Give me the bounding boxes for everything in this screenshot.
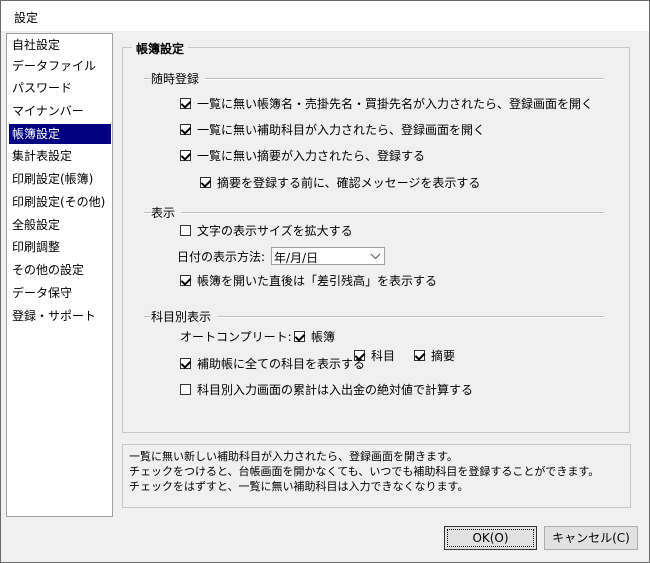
checkbox-box[interactable] [180, 123, 191, 135]
sidebar-item-print-other[interactable]: 印刷設定(その他) [9, 192, 111, 212]
checkbox-label: 一覧に無い補助科目が入力されたら、登録画面を開く [197, 122, 486, 137]
sidebar-item-ledger[interactable]: 帳簿設定 [9, 124, 111, 144]
checkbox-label: 摘要 [431, 348, 456, 363]
checkbox-box[interactable] [180, 97, 191, 109]
checkbox-label: 科目 [371, 348, 396, 363]
checkbox-register-descriptions[interactable]: 一覧に無い摘要が入力されたら、登録する [180, 147, 425, 163]
description-box: 一覧に無い新しい補助科目が入力されたら、登録画面を開きます。 チェックをつけると… [122, 444, 631, 508]
date-format-label: 日付の表示方法: [177, 250, 266, 264]
description-line: チェックをつけると、台帳画面を開かなくても、いつでも補助科目を登録することができ… [129, 465, 600, 478]
checkbox-label: 一覧に無い帳簿名・売掛先名・買掛先名が入力されたら、登録画面を開く [197, 96, 594, 111]
checkbox-absolute-total[interactable]: 科目別入力画面の累計は入出金の絶対値で計算する [180, 381, 473, 397]
checkbox-box[interactable] [200, 176, 211, 188]
sidebar-item-company[interactable]: 自社設定 [9, 35, 111, 55]
settings-category-list[interactable]: 自社設定 データファイル パスワード マイナンバー 帳簿設定 集計表設定 印刷設… [6, 33, 113, 517]
date-format-value: 年/月/日 [274, 251, 319, 265]
group-title-kamoku: 科目別表示 [151, 308, 218, 325]
checkbox-confirm-before-register[interactable]: 摘要を登録する前に、確認メッセージを表示する [200, 174, 480, 190]
checkbox-box[interactable] [414, 349, 425, 361]
checkbox-box[interactable] [180, 274, 191, 286]
sidebar-item-general[interactable]: 全般設定 [9, 215, 111, 235]
checkbox-label: 文字の表示サイズを拡大する [197, 223, 353, 238]
checkbox-label: 帳簿を開いた直後は「差引残高」を表示する [197, 273, 438, 288]
checkbox-label: 一覧に無い摘要が入力されたら、登録する [197, 148, 426, 163]
checkbox-register-sub-accounts[interactable]: 一覧に無い補助科目が入力されたら、登録画面を開く [180, 121, 485, 137]
sidebar-item-maintenance[interactable]: データ保守 [9, 283, 111, 303]
checkbox-autocomplete-ledger[interactable]: 帳簿 [294, 328, 335, 344]
group-title-display: 表示 [151, 204, 182, 221]
divider [144, 212, 604, 214]
sidebar-item-print-adjust[interactable]: 印刷調整 [9, 237, 111, 257]
sidebar-item-print-ledger[interactable]: 印刷設定(帳簿) [9, 169, 111, 189]
group-title-zuiji: 随時登録 [151, 70, 206, 87]
panel-title: 帳簿設定 [132, 40, 189, 57]
title-bar[interactable]: 設定 [1, 1, 649, 31]
chevron-down-icon[interactable] [367, 248, 384, 264]
sidebar-item-my-number[interactable]: マイナンバー [9, 101, 111, 121]
divider [144, 78, 604, 80]
checkbox-register-ledger-names[interactable]: 一覧に無い帳簿名・売掛先名・買掛先名が入力されたら、登録画面を開く [180, 95, 593, 111]
ledger-settings-panel: 帳簿設定 随時登録 一覧に無い帳簿名・売掛先名・買掛先名が入力されたら、登録画面… [122, 34, 636, 434]
checkbox-label: 科目別入力画面の累計は入出金の絶対値で計算する [197, 382, 474, 397]
autocomplete-label: オートコンプリート: [180, 330, 292, 344]
checkbox-box[interactable] [180, 383, 191, 395]
sidebar-item-other[interactable]: その他の設定 [9, 260, 111, 280]
ok-button[interactable]: OK(O) [444, 526, 537, 550]
window-title: 設定 [14, 11, 39, 25]
cancel-button[interactable]: キャンセル(C) [544, 526, 638, 550]
sidebar-item-summary[interactable]: 集計表設定 [9, 146, 111, 166]
checkbox-label: 補助帳に全ての科目を表示する [197, 356, 366, 371]
checkbox-enlarge-font[interactable]: 文字の表示サイズを拡大する [180, 222, 353, 238]
checkbox-box[interactable] [180, 149, 191, 161]
checkbox-show-all-accounts[interactable]: 補助帳に全ての科目を表示する [180, 355, 365, 371]
description-line: チェックをはずすと、一覧に無い補助科目は入力できなくなります。 [129, 480, 469, 493]
checkbox-autocomplete-description[interactable]: 摘要 [414, 347, 455, 363]
checkbox-label: 帳簿 [311, 329, 336, 344]
date-format-select[interactable]: 年/月/日 [271, 247, 385, 265]
checkbox-show-balance[interactable]: 帳簿を開いた直後は「差引残高」を表示する [180, 272, 437, 288]
checkbox-box[interactable] [180, 224, 191, 236]
checkbox-box[interactable] [180, 357, 191, 369]
checkbox-label: 摘要を登録する前に、確認メッセージを表示する [217, 175, 481, 190]
description-line: 一覧に無い新しい補助科目が入力されたら、登録画面を開きます。 [129, 450, 458, 463]
sidebar-item-password[interactable]: パスワード [9, 78, 111, 98]
sidebar-item-registration[interactable]: 登録・サポート [9, 306, 111, 326]
settings-window: 設定 自社設定 データファイル パスワード マイナンバー 帳簿設定 集計表設定 … [0, 0, 650, 563]
checkbox-box[interactable] [294, 330, 305, 342]
sidebar-item-data-file[interactable]: データファイル [9, 56, 111, 76]
